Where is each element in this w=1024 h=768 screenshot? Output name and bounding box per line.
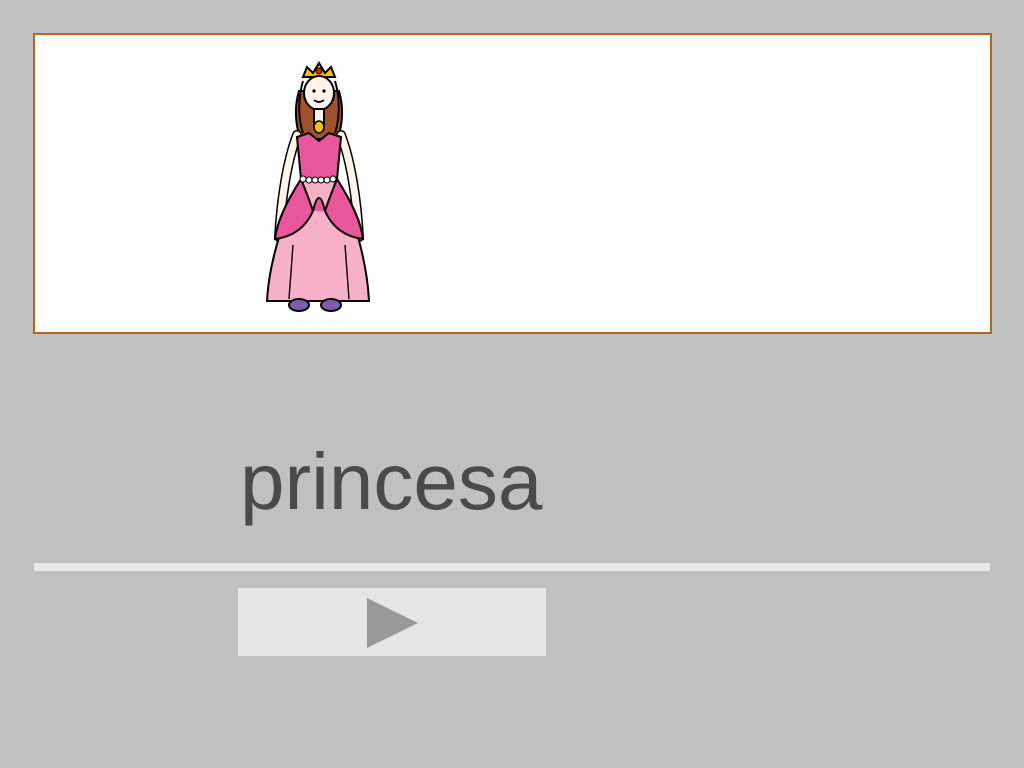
word-label: princesa xyxy=(240,437,543,526)
divider xyxy=(34,563,990,571)
princess-icon xyxy=(265,61,371,312)
picture-card xyxy=(33,33,992,334)
play-button[interactable] xyxy=(238,588,546,656)
play-icon xyxy=(367,598,418,648)
activity-screen: princesa xyxy=(0,0,1024,768)
